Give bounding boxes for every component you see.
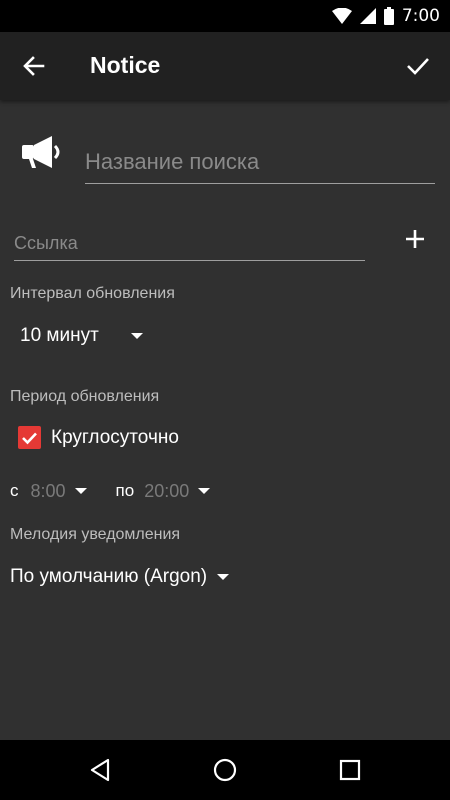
status-bar: 7:00 bbox=[0, 0, 450, 32]
nav-back-button[interactable] bbox=[80, 750, 120, 790]
save-button[interactable] bbox=[398, 46, 438, 86]
status-icons: 7:00 bbox=[331, 0, 440, 32]
megaphone-icon bbox=[22, 136, 60, 168]
from-time-value: 8:00 bbox=[30, 480, 66, 501]
checkbox-checked-icon bbox=[18, 426, 41, 449]
add-link-button[interactable] bbox=[398, 222, 432, 256]
wifi-icon bbox=[331, 8, 352, 24]
link-field bbox=[14, 228, 365, 261]
interval-dropdown[interactable]: 10 минут bbox=[20, 323, 143, 349]
around-clock-checkbox[interactable]: Круглосуточно bbox=[18, 426, 179, 449]
nav-home-button[interactable] bbox=[205, 750, 245, 790]
navigation-bar bbox=[0, 740, 450, 800]
back-button[interactable] bbox=[14, 46, 54, 86]
app-bar: Notice bbox=[0, 32, 450, 100]
dropdown-arrow-icon bbox=[217, 574, 230, 580]
clock: 7:00 bbox=[401, 6, 440, 26]
link-input[interactable] bbox=[14, 228, 365, 258]
dropdown-arrow-icon bbox=[74, 488, 87, 494]
triangle-back-icon bbox=[90, 758, 110, 782]
time-range-row: с 8:00 по 20:00 bbox=[10, 478, 211, 504]
period-label: Период обновления bbox=[10, 388, 160, 405]
search-name-field bbox=[85, 142, 435, 184]
from-prefix: с bbox=[10, 481, 19, 500]
check-icon bbox=[407, 58, 429, 75]
from-time-dropdown[interactable]: 8:00 bbox=[31, 481, 87, 502]
plus-icon bbox=[406, 230, 424, 248]
arrow-back-icon bbox=[23, 56, 45, 76]
melody-label: Мелодия уведомления bbox=[10, 526, 181, 543]
interval-label: Интервал обновления bbox=[10, 285, 175, 302]
search-name-input[interactable] bbox=[85, 142, 435, 182]
circle-home-icon bbox=[213, 758, 237, 782]
melody-value: По умолчанию (Argon) bbox=[10, 566, 208, 587]
to-time-dropdown[interactable]: 20:00 bbox=[144, 480, 211, 502]
melody-dropdown[interactable]: По умолчанию (Argon) bbox=[10, 564, 230, 590]
page-title: Notice bbox=[90, 52, 161, 78]
to-time-value: 20:00 bbox=[144, 480, 190, 501]
square-recents-icon bbox=[339, 759, 361, 781]
dropdown-arrow-icon bbox=[130, 333, 143, 339]
to-prefix: по bbox=[115, 481, 135, 500]
dropdown-arrow-icon bbox=[198, 488, 211, 494]
cell-signal-icon bbox=[359, 8, 376, 24]
interval-value: 10 минут bbox=[20, 325, 99, 346]
battery-icon bbox=[383, 7, 394, 25]
around-clock-label: Круглосуточно bbox=[51, 426, 179, 448]
nav-recents-button[interactable] bbox=[330, 750, 370, 790]
